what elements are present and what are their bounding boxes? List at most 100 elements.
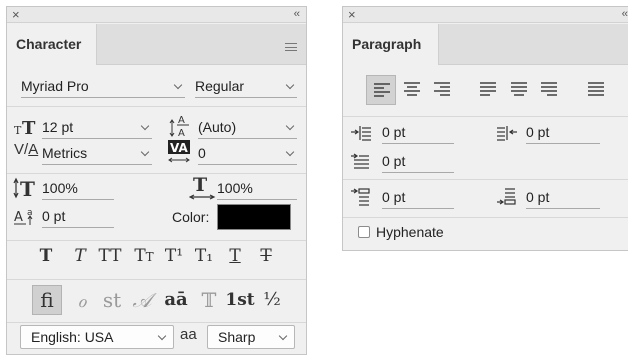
justify-last-right-icon xyxy=(541,82,557,96)
font-size-dropdown[interactable]: 12 pt xyxy=(42,117,152,139)
justify-last-right-button[interactable] xyxy=(534,75,564,105)
ordinals-button[interactable]: 1st xyxy=(224,285,256,315)
titling-alternates-button[interactable]: 𝕋 xyxy=(194,285,224,315)
contextual-alternates-button[interactable]: ℴ xyxy=(67,285,97,315)
language-dropdown[interactable]: English: USA xyxy=(20,325,174,349)
tab-strip: Paragraph xyxy=(343,24,628,65)
horizontal-scale-value: 100% xyxy=(217,180,253,196)
close-icon[interactable]: × xyxy=(348,7,356,23)
antialias-icon: aa xyxy=(180,326,197,343)
indent-first-line-value: 0 pt xyxy=(382,153,406,169)
space-after-value: 0 pt xyxy=(526,189,550,205)
faux-bold-button[interactable]: T xyxy=(33,243,59,269)
hyphenate-checkbox[interactable] xyxy=(358,226,370,238)
indent-right-value: 0 pt xyxy=(526,124,550,140)
align-center-button[interactable] xyxy=(397,75,427,105)
tracking-value: 0 xyxy=(198,145,206,161)
kerning-dropdown[interactable]: Metrics xyxy=(42,143,152,165)
collapse-icon[interactable]: ‹‹ xyxy=(622,7,628,22)
separator xyxy=(343,217,628,218)
strikethrough-button[interactable]: T xyxy=(253,243,279,269)
separator xyxy=(7,322,306,323)
hyphenate-label: Hyphenate xyxy=(376,224,444,240)
svg-text:T: T xyxy=(193,175,207,196)
swash-button[interactable]: 𝒜 xyxy=(127,285,157,315)
space-after-input[interactable]: 0 pt xyxy=(526,187,600,209)
justify-last-left-icon xyxy=(480,82,496,96)
separator xyxy=(7,240,306,241)
color-label: Color: xyxy=(172,209,210,225)
stylistic-alternates-button[interactable]: aā xyxy=(159,285,193,315)
svg-text:A: A xyxy=(178,128,185,138)
space-before-input[interactable]: 0 pt xyxy=(382,187,454,209)
align-right-icon xyxy=(434,82,450,96)
baseline-shift-input[interactable]: 0 pt xyxy=(42,206,114,228)
justify-all-button[interactable] xyxy=(581,75,611,105)
space-before-icon xyxy=(351,188,373,208)
svg-text:T: T xyxy=(20,177,35,199)
antialias-dropdown[interactable]: Sharp xyxy=(207,325,295,349)
leading-icon: AA xyxy=(169,112,193,140)
baseline-shift-value: 0 pt xyxy=(42,208,66,224)
align-right-button[interactable] xyxy=(427,75,457,105)
color-swatch[interactable] xyxy=(217,204,291,230)
font-family-value: Myriad Pro xyxy=(21,78,89,94)
font-style-dropdown[interactable]: Regular xyxy=(195,76,297,98)
tab-character[interactable]: Character xyxy=(7,24,97,65)
align-left-button[interactable] xyxy=(366,75,396,105)
space-after-icon xyxy=(497,188,519,208)
tab-paragraph[interactable]: Paragraph xyxy=(343,24,439,65)
small-caps-button[interactable]: Tt xyxy=(129,243,159,269)
indent-left-icon xyxy=(351,125,373,143)
svg-text:A: A xyxy=(178,115,185,126)
fractions-button[interactable]: ½ xyxy=(257,285,287,315)
svg-text:T: T xyxy=(22,118,36,138)
kerning-value: Metrics xyxy=(42,145,88,161)
indent-left-input[interactable]: 0 pt xyxy=(382,122,454,144)
close-icon[interactable]: × xyxy=(12,7,20,23)
justify-last-center-icon xyxy=(511,82,527,96)
font-style-value: Regular xyxy=(195,78,245,94)
font-family-dropdown[interactable]: Myriad Pro xyxy=(21,76,185,98)
justify-last-center-button[interactable] xyxy=(504,75,534,105)
svg-text:T: T xyxy=(14,124,22,137)
indent-right-input[interactable]: 0 pt xyxy=(526,122,600,144)
all-caps-button[interactable]: TT xyxy=(94,243,126,269)
discretionary-ligatures-button[interactable]: st xyxy=(97,285,127,315)
kerning-icon: V/A xyxy=(14,141,39,158)
panel-topbar: × ‹‹ xyxy=(7,7,306,23)
separator xyxy=(7,279,306,280)
svg-text:VA: VA xyxy=(170,141,188,155)
horizontal-scale-icon: T xyxy=(188,174,217,203)
separator xyxy=(343,116,628,117)
tracking-icon: VA xyxy=(168,140,194,166)
indent-right-icon xyxy=(497,125,519,143)
vertical-scale-icon: T xyxy=(13,177,41,201)
justify-last-left-button[interactable] xyxy=(473,75,503,105)
indent-left-value: 0 pt xyxy=(382,124,406,140)
leading-dropdown[interactable]: (Auto) xyxy=(198,117,297,139)
justify-all-icon xyxy=(588,82,604,96)
collapse-icon[interactable]: ‹‹ xyxy=(294,7,300,22)
subscript-button[interactable]: T₁ xyxy=(191,243,217,269)
separator xyxy=(7,173,306,174)
vertical-scale-input[interactable]: 100% xyxy=(42,178,114,200)
tracking-dropdown[interactable]: 0 xyxy=(198,143,297,165)
underline-button[interactable]: T xyxy=(222,243,248,269)
indent-first-line-input[interactable]: 0 pt xyxy=(382,151,454,173)
indent-first-line-icon xyxy=(351,153,373,171)
standard-ligatures-button[interactable]: fi xyxy=(32,285,62,315)
faux-italic-button[interactable]: T xyxy=(67,243,93,269)
panel-topbar: × ‹‹ xyxy=(343,7,628,23)
separator xyxy=(343,179,628,180)
baseline-shift-icon: Aa xyxy=(14,206,40,230)
superscript-button[interactable]: T¹ xyxy=(161,243,187,269)
font-size-value: 12 pt xyxy=(42,119,74,135)
paragraph-panel: × ‹‹ Paragraph 0 pt 0 pt 0 pt 0 pt 0 pt … xyxy=(342,6,628,251)
horizontal-scale-input[interactable]: 100% xyxy=(217,178,297,200)
panel-menu-icon[interactable] xyxy=(285,43,297,51)
align-left-icon xyxy=(374,83,390,97)
leading-value: (Auto) xyxy=(198,119,237,135)
antialias-value: Sharp xyxy=(218,329,256,345)
font-size-icon: TT xyxy=(14,118,40,140)
